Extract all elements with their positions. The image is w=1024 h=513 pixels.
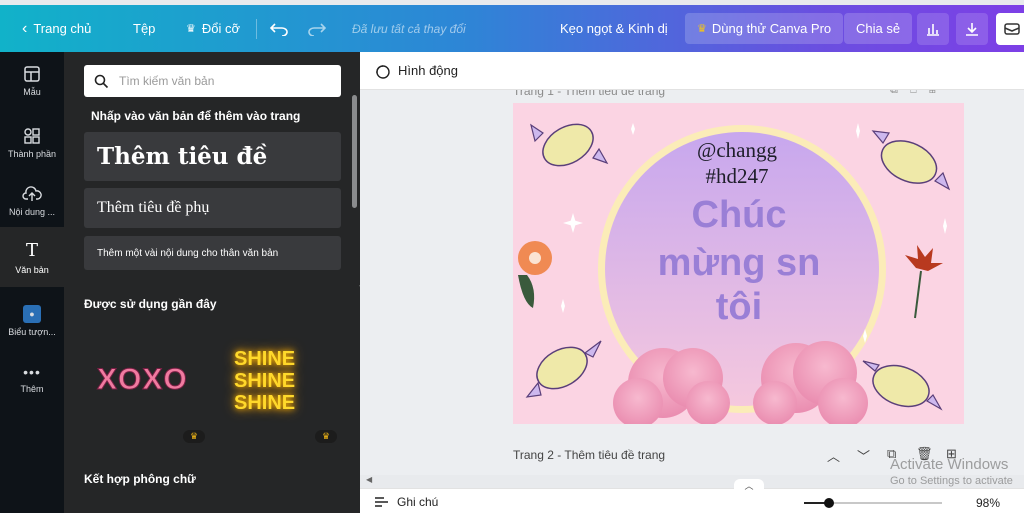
bar-chart-icon bbox=[927, 24, 939, 36]
animate-button[interactable]: Hình động bbox=[398, 63, 458, 78]
chevron-down-icon: ﹀ bbox=[857, 449, 871, 464]
share-label: Chia sẻ bbox=[856, 21, 901, 36]
crown-icon: ♛ bbox=[697, 23, 707, 35]
move-up-button[interactable]: ︿ bbox=[827, 446, 840, 465]
home-label: Trang chủ bbox=[33, 21, 92, 36]
rail-item-more[interactable]: ••• Thêm bbox=[0, 350, 64, 408]
download-button[interactable] bbox=[956, 13, 988, 45]
move-down-button[interactable]: ﹀ bbox=[857, 446, 870, 465]
animate-icon bbox=[376, 64, 390, 79]
home-button[interactable]: ‹ Trang chủ bbox=[22, 5, 91, 52]
zoom-slider-knob[interactable] bbox=[823, 498, 834, 508]
resize-button[interactable]: ♛ Đổi cỡ bbox=[186, 5, 240, 52]
rail-item-logos[interactable]: ● Biểu tượn... bbox=[0, 292, 64, 350]
redo-icon bbox=[308, 22, 326, 36]
shine-line: SHINE bbox=[234, 370, 296, 392]
mail-icon bbox=[1004, 23, 1020, 35]
elements-icon bbox=[24, 128, 40, 144]
chevron-up-icon: ︿ bbox=[744, 481, 754, 491]
notes-button[interactable]: Ghi chú bbox=[374, 495, 438, 509]
divider bbox=[256, 19, 257, 39]
panel-hint: Nhấp vào văn bản để thêm vào trang bbox=[91, 109, 301, 123]
rail-item-templates[interactable]: Mẫu bbox=[0, 52, 64, 110]
undo-button[interactable] bbox=[270, 5, 288, 52]
template-icon bbox=[24, 66, 40, 82]
canvas-area: Trang 1 - Thêm tiêu đề trang ⧉ ⎕ ⊞ @chan… bbox=[360, 90, 1024, 475]
rail-label: Văn bản bbox=[15, 264, 49, 275]
rail-item-text[interactable]: T Văn bản bbox=[0, 227, 64, 287]
insights-button[interactable] bbox=[917, 13, 949, 45]
notes-label: Ghi chú bbox=[397, 495, 439, 509]
pro-crown-icon: ♛ bbox=[183, 430, 205, 443]
text-style-xoxo[interactable]: XOXO bbox=[97, 363, 188, 397]
save-status: Đã lưu tất cả thay đổi bbox=[352, 21, 466, 36]
rail-label: Nội dung ... bbox=[8, 207, 56, 217]
font-combinations-heading: Kết hợp phông chữ bbox=[84, 472, 196, 486]
search-icon bbox=[94, 74, 109, 88]
download-icon bbox=[966, 23, 978, 36]
page-1-title[interactable]: Trang 1 - Thêm tiêu đề trang bbox=[513, 90, 665, 98]
more-icon: ••• bbox=[23, 364, 41, 380]
watermark-subtitle: Go to Settings to activate bbox=[890, 475, 1013, 487]
search-input[interactable] bbox=[119, 74, 319, 88]
add-heading-button[interactable]: Thêm tiêu đề bbox=[84, 132, 341, 181]
rail-item-uploads[interactable]: Nội dung ... bbox=[0, 172, 64, 230]
recently-used-heading: Được sử dụng gần đây bbox=[84, 297, 217, 311]
top-bar: ‹ Trang chủ Tệp ♛ Đổi cỡ Đã lưu tất cả t… bbox=[0, 5, 1024, 52]
zoom-level[interactable]: 98% bbox=[976, 496, 1000, 510]
pro-crown-icon: ♛ bbox=[315, 430, 337, 443]
chevron-up-icon: ︿ bbox=[827, 449, 841, 464]
shine-line: SHINE bbox=[234, 392, 296, 414]
page-2-title[interactable]: Trang 2 - Thêm tiêu đề trang bbox=[513, 448, 665, 462]
file-label: Tệp bbox=[133, 21, 156, 36]
try-pro-button[interactable]: ♛ Dùng thử Canva Pro bbox=[685, 5, 844, 52]
try-pro-label: Dùng thử Canva Pro bbox=[711, 21, 832, 36]
side-rail: Mẫu Thành phần Nội dung ... T Văn bản ● … bbox=[0, 52, 64, 513]
crown-icon: ♛ bbox=[186, 23, 196, 35]
greeting-line-3: tôi bbox=[716, 286, 762, 328]
design-artwork: @changg #hd247 Chúc mừng sn tôi bbox=[518, 123, 951, 424]
rail-label: Thành phần bbox=[7, 149, 57, 159]
bottom-bar: ︿ Ghi chú 98% bbox=[360, 479, 1024, 513]
greeting-line-1: Chúc bbox=[692, 194, 787, 236]
text-style-shine[interactable]: SHINE SHINE SHINE bbox=[234, 348, 295, 414]
design-page[interactable]: @changg #hd247 Chúc mừng sn tôi bbox=[513, 103, 964, 424]
resize-label: Đổi cỡ bbox=[201, 21, 241, 36]
windows-activation-watermark: Activate Windows Go to Settings to activ… bbox=[890, 456, 1013, 487]
animate-toolbar: Hình động bbox=[360, 52, 1024, 90]
logo-icon: ● bbox=[23, 305, 41, 323]
publish-button[interactable] bbox=[996, 13, 1024, 45]
undo-icon bbox=[270, 22, 288, 36]
zoom-slider[interactable] bbox=[804, 498, 942, 508]
rail-label: Mẫu bbox=[23, 87, 41, 97]
rail-label: Biểu tượn... bbox=[8, 327, 56, 337]
shine-line: SHINE bbox=[234, 348, 296, 370]
add-subheading-button[interactable]: Thêm tiêu đề phụ bbox=[84, 188, 341, 228]
file-menu[interactable]: Tệp bbox=[133, 5, 155, 52]
page-1-controls[interactable]: ⧉ ⎕ ⊞ bbox=[890, 90, 936, 97]
watermark-title: Activate Windows bbox=[890, 456, 1009, 473]
tag-text: #hd247 bbox=[706, 164, 769, 188]
search-box[interactable] bbox=[84, 65, 341, 97]
panel-scrollbar[interactable] bbox=[352, 95, 357, 208]
rail-item-elements[interactable]: Thành phần bbox=[0, 114, 64, 172]
chevron-left-icon: ‹ bbox=[22, 19, 28, 37]
redo-button[interactable] bbox=[308, 5, 326, 52]
share-button[interactable]: Chia sẻ bbox=[844, 5, 913, 52]
notes-icon bbox=[375, 496, 388, 507]
expand-pages-button[interactable]: ︿ bbox=[734, 479, 764, 491]
scroll-left-icon[interactable]: ◀ bbox=[366, 475, 372, 484]
greeting-line-2: mừng sn bbox=[658, 242, 821, 284]
add-body-text-button[interactable]: Thêm một vài nội dung cho thân văn bản bbox=[84, 236, 341, 270]
handle-text: @changg bbox=[697, 138, 777, 162]
text-icon: T bbox=[25, 239, 38, 261]
rail-label: Thêm bbox=[20, 384, 44, 394]
text-panel: Nhấp vào văn bản để thêm vào trang Thêm … bbox=[64, 52, 360, 513]
upload-icon bbox=[22, 186, 42, 201]
design-title[interactable]: Kẹo ngọt & Kinh dị bbox=[560, 5, 668, 52]
